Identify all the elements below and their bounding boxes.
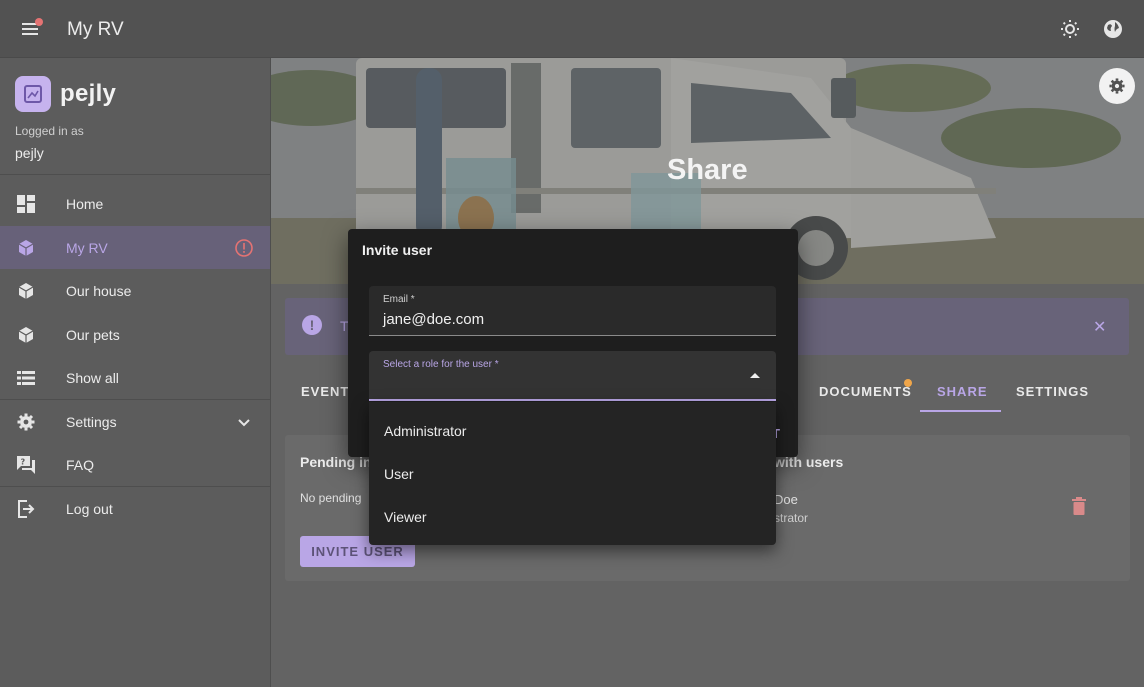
- sidebar-item-our-house[interactable]: Our house: [0, 269, 270, 312]
- app-title: My RV: [67, 19, 124, 40]
- sidebar-item-my-rv[interactable]: My RV: [0, 226, 270, 269]
- cube-icon: [16, 238, 36, 258]
- sidebar-item-label: Our pets: [66, 326, 120, 343]
- brand-logo-icon: [15, 76, 51, 112]
- sidebar-item-label: Home: [66, 195, 104, 212]
- app-bar: My RV: [0, 0, 1144, 58]
- settings-fab-button[interactable]: [1099, 68, 1135, 104]
- brand: pejly: [15, 76, 116, 112]
- shared-user-name: Doe: [774, 492, 798, 507]
- role-select[interactable]: Select a role for the user *: [369, 351, 776, 401]
- list-icon: [16, 368, 36, 388]
- alert-info-icon: !: [302, 315, 322, 335]
- sidebar-item-label: My RV: [66, 239, 108, 256]
- sidebar-item-label: FAQ: [66, 456, 95, 473]
- logged-in-label: Logged in as: [15, 124, 84, 138]
- pending-invites-empty-text: No pending: [300, 491, 362, 505]
- cube-icon: [16, 325, 36, 345]
- sidebar-item-label: Settings: [66, 413, 117, 430]
- sidebar-item-our-pets[interactable]: Our pets: [0, 313, 270, 356]
- logout-icon: [16, 499, 36, 519]
- sidebar-item-faq[interactable]: ? FAQ: [0, 443, 270, 486]
- dashboard-icon: [16, 194, 36, 214]
- logged-in-user: pejly: [15, 145, 44, 161]
- email-field-value[interactable]: jane@doe.com: [383, 311, 484, 328]
- sidebar: pejly Logged in as pejly Home My RV Our …: [0, 58, 271, 687]
- gear-icon: [1109, 78, 1125, 94]
- tab-settings[interactable]: SETTINGS: [1016, 384, 1089, 399]
- sidebar-item-home[interactable]: Home: [0, 182, 270, 225]
- svg-text:?: ?: [21, 457, 26, 466]
- notification-dot: [35, 18, 43, 26]
- tab-share[interactable]: SHARE: [937, 384, 988, 399]
- caret-up-icon: [750, 373, 760, 378]
- email-field[interactable]: Email * jane@doe.com: [369, 286, 776, 336]
- shared-user-role: strator: [774, 511, 809, 525]
- role-option-administrator[interactable]: Administrator: [369, 409, 776, 452]
- tab-documents[interactable]: DOCUMENTS: [819, 384, 912, 399]
- sidebar-item-label: Show all: [66, 369, 119, 386]
- close-icon[interactable]: ✕: [1093, 317, 1106, 337]
- role-select-label: Select a role for the user *: [383, 359, 499, 370]
- sidebar-item-logout[interactable]: Log out: [0, 487, 270, 530]
- page-title: Share: [667, 154, 748, 186]
- active-tab-indicator: [920, 410, 1001, 412]
- divider: [0, 174, 270, 175]
- dialog-title: Invite user: [362, 242, 433, 258]
- theme-toggle-icon[interactable]: [1060, 19, 1080, 39]
- email-field-label: Email *: [383, 294, 415, 305]
- delete-user-button[interactable]: [1071, 497, 1087, 515]
- role-options-menu: Administrator User Viewer: [369, 402, 776, 545]
- alert-circle-icon: [234, 238, 254, 258]
- sidebar-item-settings[interactable]: Settings: [0, 400, 270, 443]
- brand-name: pejly: [60, 80, 117, 107]
- notification-dot: [904, 379, 912, 387]
- gear-icon: [16, 412, 36, 432]
- chevron-down-icon: [234, 412, 254, 432]
- trash-icon: [1072, 497, 1086, 515]
- sidebar-item-label: Log out: [66, 500, 113, 517]
- cube-icon: [16, 281, 36, 301]
- faq-icon: ?: [16, 455, 36, 475]
- sidebar-item-label: Our house: [66, 282, 132, 299]
- role-option-viewer[interactable]: Viewer: [369, 495, 776, 538]
- sidebar-item-show-all[interactable]: Show all: [0, 356, 270, 399]
- role-option-user[interactable]: User: [369, 452, 776, 495]
- language-globe-icon[interactable]: [1103, 19, 1123, 39]
- menu-icon[interactable]: [20, 18, 43, 39]
